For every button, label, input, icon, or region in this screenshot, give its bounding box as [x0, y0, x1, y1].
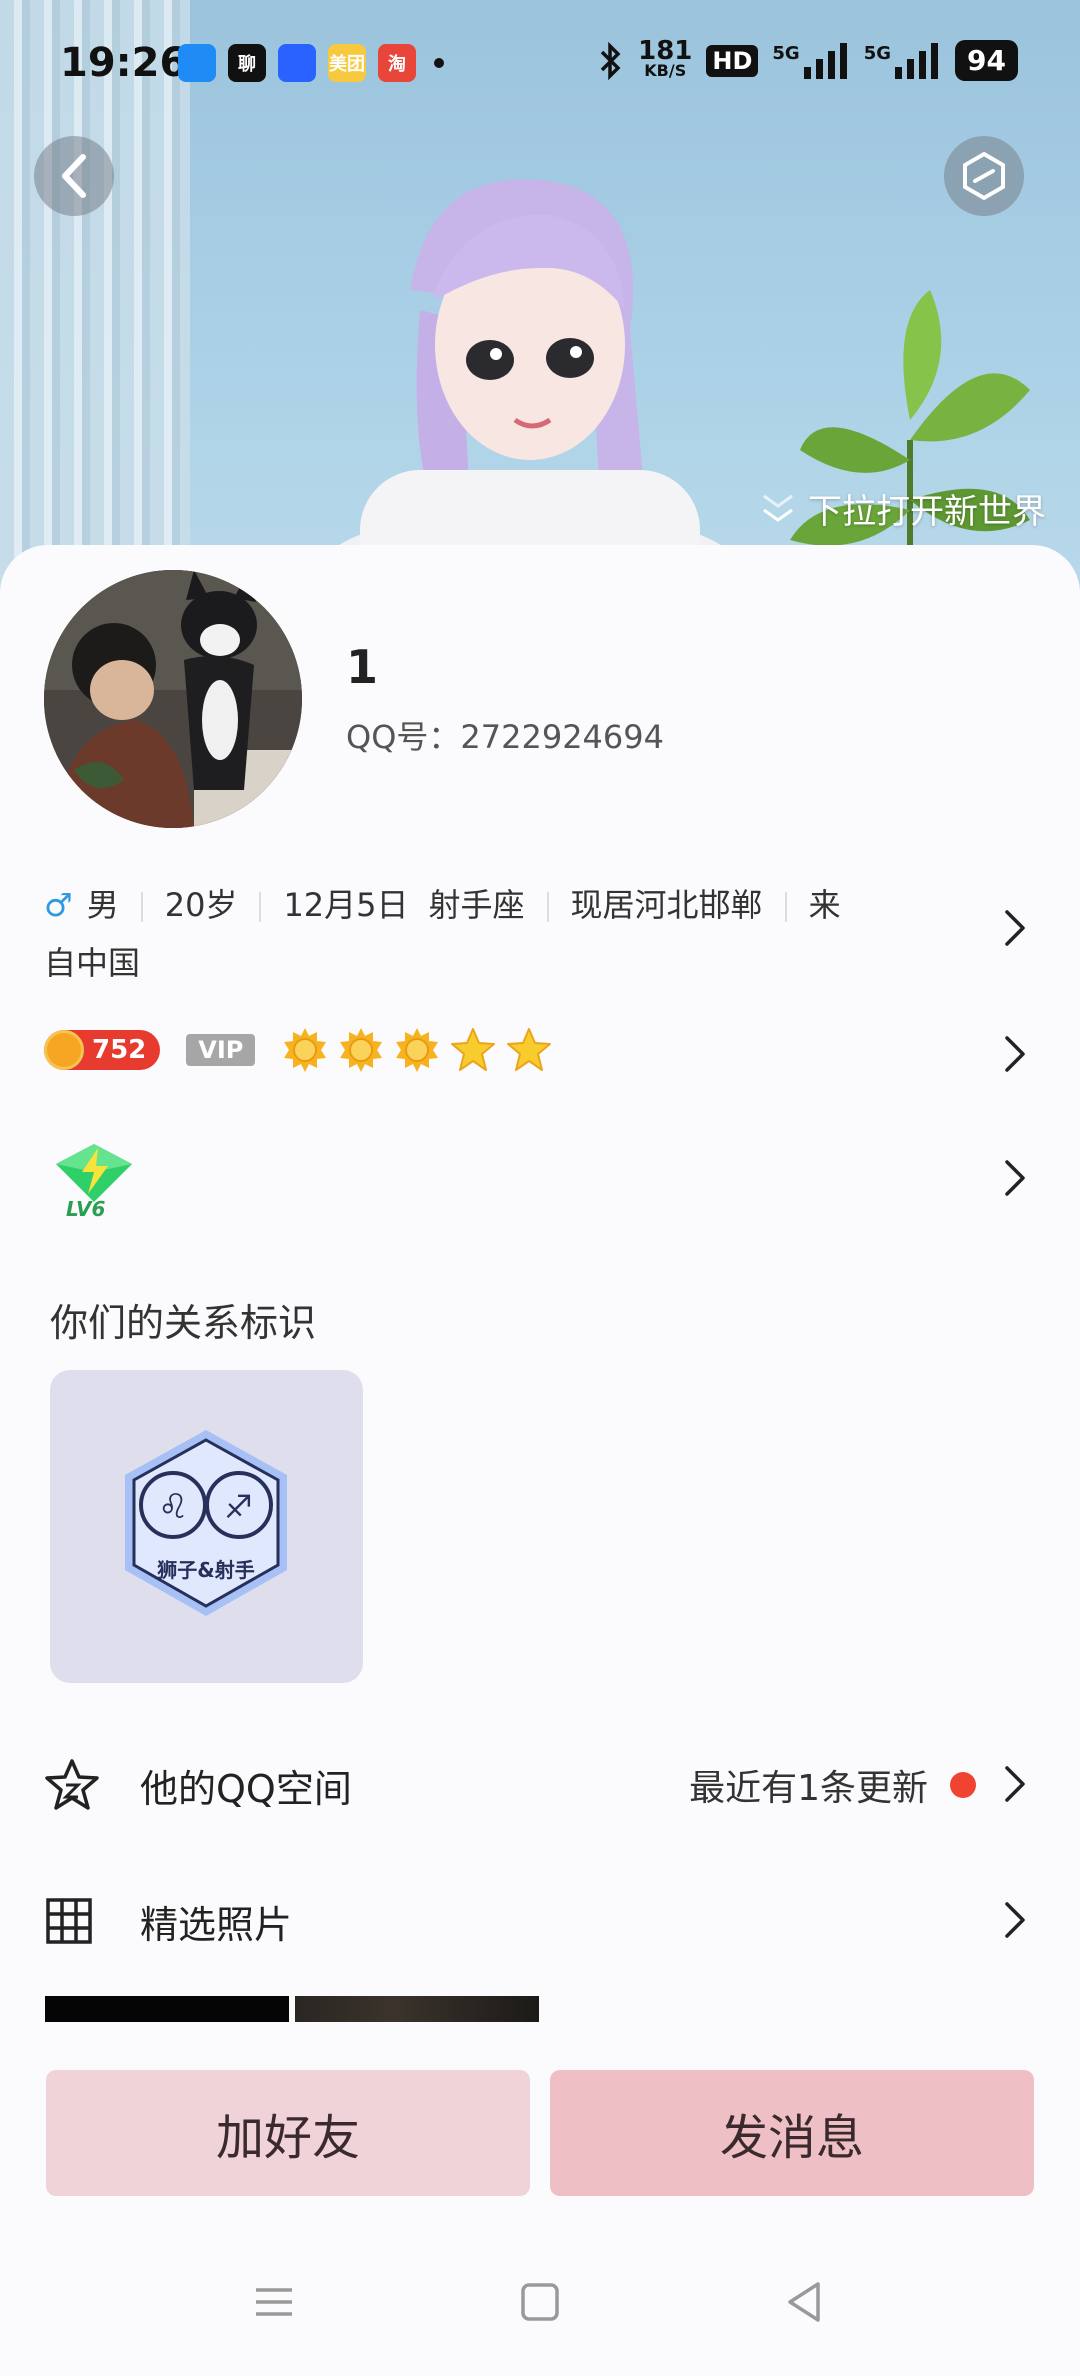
hometown: 自中国 [44, 944, 141, 982]
sun-level-icon [396, 1028, 439, 1072]
separator [140, 892, 143, 922]
sun-level-icon [284, 1028, 327, 1072]
star-level-icon [507, 1028, 552, 1071]
messages-icon [178, 44, 216, 82]
relation-section-title: 你们的关系标识 [50, 1301, 317, 1345]
separator [259, 892, 262, 922]
hero-banner[interactable]: 19:26 聊 美团淘 181 KB/S HD 5G 5G 94 下拉打开新世界 [0, 0, 1080, 600]
chat-app-icon: 聊 [228, 44, 266, 82]
zodiac: 射手座 [428, 886, 525, 924]
photo-thumbnail[interactable] [45, 1996, 289, 2022]
chevron-right-icon[interactable] [1002, 1764, 1028, 1804]
qq-number-label: QQ号： [346, 718, 461, 756]
taobao-icon: 淘 [378, 44, 416, 82]
network-speed-value: 181 [638, 35, 693, 66]
back-button[interactable] [34, 136, 114, 216]
system-icons: 181 KB/S HD 5G 5G 94 [598, 35, 1018, 81]
featured-photos-strip[interactable] [45, 1996, 539, 2022]
star-level-icon [451, 1028, 496, 1071]
home-nav-icon[interactable] [520, 2282, 560, 2322]
lightning-level-badge-icon[interactable]: LV6 [52, 1142, 136, 1220]
unread-dot [950, 1772, 976, 1798]
chevron-right-icon[interactable] [1002, 1900, 1028, 1940]
network-speed: 181 KB/S [638, 35, 693, 81]
relation-badge-tile[interactable]: ♌ ♐ 狮子&射手 [50, 1370, 363, 1683]
coin-icon [44, 1030, 84, 1070]
hd-voice-icon: HD [706, 44, 759, 77]
qzone-label: 他的QQ空间 [140, 1766, 352, 1811]
notification-app-icons: 聊 美团淘 [178, 44, 444, 82]
add-friend-button[interactable]: 加好友 [46, 2070, 530, 2196]
meituan-icon: 美团 [328, 44, 366, 82]
avatar-photo [44, 570, 302, 828]
location: 现居河北邯郸 [570, 886, 763, 924]
featured-photos-label: 精选照片 [140, 1902, 293, 1947]
qq-number-value: 2722924694 [460, 718, 664, 756]
vip-badge: VIP [186, 1034, 256, 1066]
signal-1: 5G [772, 42, 849, 79]
menu-nav-icon[interactable] [254, 2282, 294, 2322]
bluetooth-icon [600, 41, 621, 80]
gender: 男 [86, 886, 119, 924]
send-message-button[interactable]: 发消息 [550, 2070, 1034, 2196]
nickname: 1 [346, 640, 379, 694]
featured-photos-row[interactable]: 精选照片 [44, 1876, 1036, 1966]
qzone-row[interactable]: 他的QQ空间 最近有1条更新 [44, 1740, 1036, 1830]
avatar[interactable] [44, 570, 302, 828]
birthday: 12月5日 [283, 886, 409, 924]
qq-number-line[interactable]: QQ号：2722924694 [346, 712, 664, 758]
more-options-button[interactable] [944, 136, 1024, 216]
more-notifications-dot [434, 58, 444, 68]
signal-2-label: 5G [863, 42, 892, 64]
coin-badge: 752 [44, 1030, 161, 1070]
separator [546, 892, 549, 922]
photo-thumbnail[interactable] [295, 1996, 539, 2022]
clock: 19:26 [60, 40, 188, 86]
separator [784, 892, 787, 922]
chevron-right-icon[interactable] [1002, 1158, 1028, 1198]
signal-bars-icon [803, 42, 847, 79]
network-speed-unit: KB/S [644, 60, 687, 80]
pull-down-hint[interactable]: 下拉打开新世界 [760, 484, 1046, 533]
chevron-right-icon[interactable] [1002, 1034, 1028, 1074]
status-bar: 19:26 聊 美团淘 181 KB/S HD 5G 5G 94 [0, 0, 1080, 130]
chevron-left-icon [62, 154, 86, 198]
signal-2: 5G [863, 42, 941, 79]
avatar-3d-character [320, 179, 740, 600]
leo-symbol-icon: ♌ [158, 1487, 188, 1527]
qzone-star-icon [45, 1759, 99, 1810]
browser-icon [278, 44, 316, 82]
battery-indicator: 94 [955, 40, 1018, 81]
coin-value: 752 [92, 1035, 147, 1065]
pull-down-label: 下拉打开新世界 [808, 492, 1046, 532]
badge-level-text: LV6 [66, 1197, 105, 1220]
system-navigation-bar [0, 2250, 1080, 2376]
age: 20岁 [164, 886, 238, 924]
chevron-right-icon[interactable] [1002, 908, 1028, 948]
double-chevron-down-icon [763, 494, 793, 522]
gender-male-icon: ♂ [44, 886, 73, 924]
back-nav-icon[interactable] [784, 2280, 824, 2324]
grid-icon [46, 1898, 92, 1944]
sun-level-icon [340, 1028, 383, 1072]
hometown-prefix: 来 [808, 886, 841, 924]
sagittarius-symbol-icon: ♐ [224, 1488, 253, 1526]
level-badges-row[interactable]: 752 VIP [44, 1026, 553, 1074]
relation-badge-text: 狮子&射手 [157, 1558, 254, 1582]
qzone-update-text: 最近有1条更新 [689, 1768, 928, 1809]
personal-info[interactable]: ♂ 男 20岁 12月5日 射手座 现居河北邯郸 来自中国 [44, 876, 924, 992]
hexagon-icon [963, 151, 1005, 201]
qq-level-icons [281, 1026, 553, 1074]
signal-bars-icon [895, 42, 939, 79]
signal-1-label: 5G [772, 42, 800, 64]
zodiac-relation-badge: ♌ ♐ 狮子&射手 [125, 1430, 287, 1616]
